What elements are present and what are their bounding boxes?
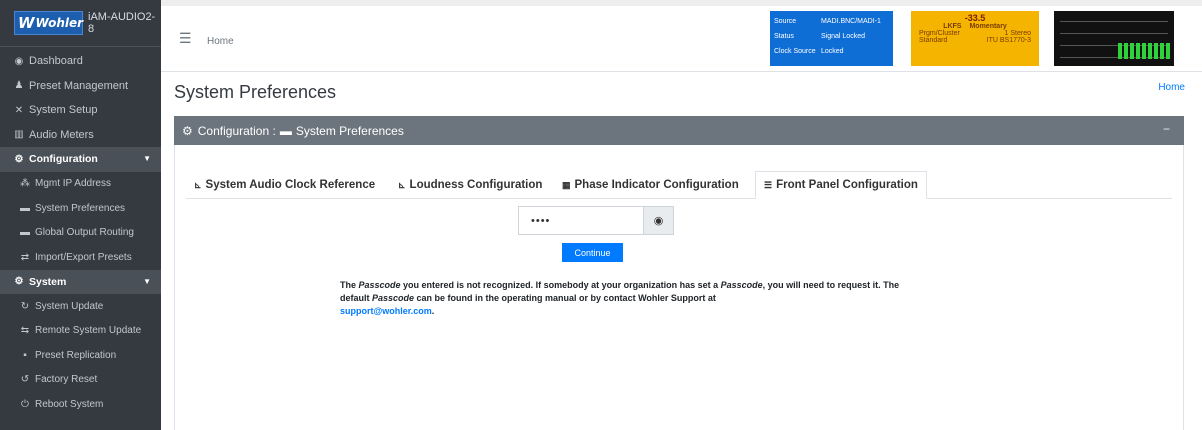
sidebar-item-reboot-system[interactable]: ⏻ Reboot System — [0, 392, 161, 417]
clock-source-label: Clock Source — [774, 48, 816, 55]
dashboard-icon: ◉ — [14, 55, 24, 67]
keyboard-icon: ▬ — [279, 123, 292, 138]
source-label: Source — [774, 18, 797, 25]
status-label: Status — [774, 33, 794, 40]
tab-front-panel-configuration[interactable]: ☰ Front Panel Configuration — [755, 171, 927, 199]
sidebar-item-preset-management[interactable]: ♟ Preset Management — [0, 74, 161, 99]
tab-bar: ⊾ System Audio Clock Reference ⊾ Loudness … — [186, 171, 1172, 199]
sidebar-item-configuration[interactable]: ⚙ Configuration ▼ — [0, 147, 161, 172]
sidebar-item-mgmt-ip[interactable]: ⁂ Mgmt IP Address — [0, 172, 161, 197]
nav-home-link[interactable]: Home — [207, 36, 234, 47]
sidebar-item-dashboard[interactable]: ◉ Dashboard — [0, 49, 161, 74]
tab-loudness-configuration[interactable]: ⊾ Loudness Configuration — [398, 171, 542, 199]
user-cog-icon: ♟ — [14, 80, 24, 92]
sidebar-item-audio-meters[interactable]: ▥ Audio Meters — [0, 123, 161, 148]
sidebar-item-import-export[interactable]: ⇄ Import/Export Presets — [0, 245, 161, 270]
standard-value: ITU BS1770-3 — [986, 37, 1031, 44]
sidebar-item-system-preferences[interactable]: ▬ System Preferences — [0, 196, 161, 221]
keyboard-icon: ▬ — [20, 202, 30, 214]
gear-icon: ⚙ — [182, 123, 193, 138]
support-email-link[interactable]: support@wohler.com — [340, 306, 432, 316]
cluster-label: Prgm/Cluster — [919, 30, 960, 37]
sidebar-item-preset-replication[interactable]: ▪ Preset Replication — [0, 343, 161, 368]
meter-bars — [1118, 43, 1170, 59]
source-status-panel: Source MADI.BNC/MADI-1 Status Signal Locke… — [770, 11, 893, 66]
sidebar: W Wohler iAM-AUDIO2-8 ◉ Dashboard ♟ Preset … — [0, 0, 161, 430]
undo-icon: ↺ — [20, 374, 30, 386]
sidebar-item-remote-system-update[interactable]: ⇆ Remote System Update — [0, 319, 161, 344]
loudness-value: -33.5 — [964, 13, 986, 23]
minimize-button[interactable]: − — [1163, 122, 1170, 136]
sidebar-item-system-setup[interactable]: ✕ System Setup — [0, 98, 161, 123]
keyboard-icon: ▬ — [20, 227, 30, 239]
loudness-unit: LKFS — [943, 23, 962, 30]
eye-icon: ◉ — [653, 215, 664, 227]
chevron-down-icon: ▼ — [143, 276, 151, 286]
sidebar-item-system[interactable]: ⚙ System ▼ — [0, 269, 161, 294]
sidebar-item-factory-reset[interactable]: ↺ Factory Reset — [0, 368, 161, 393]
page-title: System Preferences — [174, 82, 337, 102]
list-icon: ☰ — [764, 179, 773, 190]
passcode-error-message: The Passcode you entered is not recogniz… — [340, 280, 900, 316]
standard-label: Standard — [919, 37, 948, 44]
show-passcode-button[interactable]: ◉ — [643, 206, 674, 235]
audio-meter-display[interactable] — [1054, 11, 1174, 66]
card-title: System Preferences — [295, 123, 404, 138]
tab-system-audio-clock-reference[interactable]: ⊾ System Audio Clock Reference — [194, 171, 375, 199]
source-value: MADI.BNC/MADI-1 — [821, 18, 881, 25]
sidebar-item-system-update[interactable]: ↻ System Update — [0, 294, 161, 319]
passcode-group: ◉ — [518, 206, 674, 235]
brand[interactable]: W Wohler iAM-AUDIO2-8 — [0, 0, 161, 47]
chart-icon: ⊾ — [194, 179, 202, 190]
card-title-prefix: Configuration : — [197, 123, 276, 138]
continue-button[interactable]: Continue — [562, 243, 623, 262]
hamburger-menu-icon[interactable]: ☰ — [179, 30, 192, 47]
wohler-logo: W Wohler — [14, 11, 83, 35]
bar-chart-icon: ▥ — [14, 129, 24, 141]
clock-source-value: Locked — [821, 48, 844, 55]
card-header: ⚙ Configuration : ▬ System Preferences − — [174, 116, 1184, 145]
gear-icon: ⚙ — [14, 153, 24, 165]
passcode-input[interactable] — [518, 206, 643, 235]
chart-icon: ⊾ — [398, 179, 406, 190]
power-icon: ⏻ — [21, 398, 29, 410]
breadcrumb-home[interactable]: Home — [1158, 82, 1185, 93]
loudness-panel: -33.5 LKFS Momentary Prgm/Cluster 1 Ster… — [911, 11, 1039, 66]
gears-icon: ⚙ — [14, 276, 24, 288]
tab-phase-indicator-configuration[interactable]: ▦ Phase Indicator Configuration — [562, 171, 739, 199]
sidebar-item-global-output-routing[interactable]: ▬ Global Output Routing — [0, 221, 161, 246]
copy-icon: ▪ — [23, 349, 27, 361]
exchange-icon: ⇄ — [20, 251, 30, 263]
cluster-value: 1 Stereo — [1004, 30, 1031, 37]
sync-icon: ↻ — [20, 300, 30, 312]
tools-icon: ✕ — [14, 104, 24, 116]
satellite-icon: ⇆ — [20, 325, 30, 337]
network-icon: ⁂ — [20, 178, 30, 190]
chevron-down-icon: ▼ — [143, 154, 151, 163]
status-value: Signal Locked — [821, 33, 865, 40]
device-name: iAM-AUDIO2-8 — [88, 11, 156, 35]
grid-icon: ▦ — [562, 179, 571, 190]
top-navbar: ☰ Home Source MADI.BNC/MADI-1 Status Signa… — [161, 0, 1202, 72]
loudness-mode: Momentary — [969, 23, 1007, 30]
